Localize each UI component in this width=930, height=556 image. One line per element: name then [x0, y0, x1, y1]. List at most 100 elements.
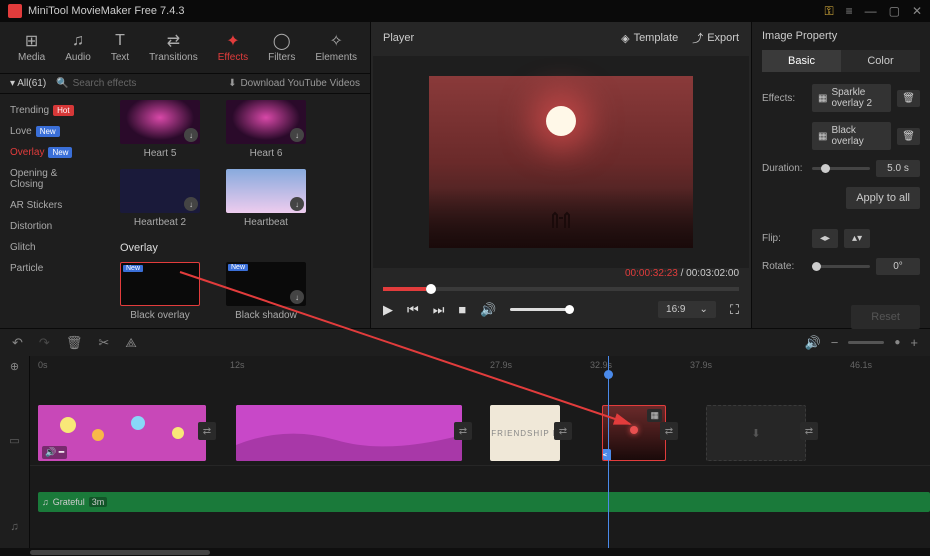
key-icon[interactable]: ⚿	[824, 4, 833, 19]
tool-elements[interactable]: ✧Elements	[305, 28, 367, 67]
tool-filters[interactable]: ◯Filters	[258, 28, 305, 67]
zoom-thumb[interactable]: ●	[894, 337, 900, 348]
apply-all-button[interactable]: Apply to all	[846, 187, 920, 209]
cut-badge: ✂	[602, 449, 611, 461]
delete-effect-button[interactable]: 🗑	[897, 128, 920, 145]
category-particle[interactable]: Particle	[0, 258, 92, 279]
category-ar[interactable]: AR Stickers	[0, 195, 92, 216]
maximize-icon[interactable]: ▢	[889, 4, 900, 18]
next-button[interactable]: ⏭	[433, 302, 445, 318]
search-input[interactable]: 🔍 Search effects	[56, 78, 218, 89]
tab-color[interactable]: Color	[841, 50, 920, 72]
split-button[interactable]: ✂	[98, 335, 109, 351]
effect-black-overlay[interactable]: NewBlack overlay	[120, 262, 200, 321]
category-glitch[interactable]: Glitch	[0, 237, 92, 258]
category-opening[interactable]: Opening & Closing	[0, 163, 92, 195]
tool-media[interactable]: ⊞Media	[8, 28, 55, 67]
flip-v-button[interactable]: ▴▾	[844, 229, 870, 248]
effect-chip[interactable]: ▦ Sparkle overlay 2	[812, 84, 891, 112]
reset-button[interactable]: Reset	[851, 305, 920, 329]
app-logo	[8, 4, 22, 18]
audio-clip[interactable]: ♫ Grateful 3m	[38, 492, 930, 512]
tool-transitions[interactable]: ⇄Transitions	[139, 28, 208, 67]
panel-title: Image Property	[762, 30, 920, 42]
minimize-icon[interactable]: ―	[865, 4, 877, 18]
ruler-mark: 46.1s	[850, 360, 872, 370]
effect-chip[interactable]: ▦ Black overlay	[812, 122, 891, 150]
clip[interactable]	[236, 405, 462, 461]
ruler-mark: 0s	[38, 360, 48, 370]
player-title: Player	[383, 32, 414, 44]
menu-icon[interactable]: ≡	[846, 4, 853, 18]
scrollbar-thumb[interactable]	[30, 550, 210, 555]
transition-icon[interactable]: ⇄	[800, 422, 818, 440]
category-love[interactable]: Love New	[0, 121, 92, 142]
duration-slider[interactable]	[812, 167, 870, 170]
category-overlay[interactable]: Overlay New	[0, 142, 92, 163]
category-trending[interactable]: Trending Hot	[0, 100, 92, 121]
app-title: MiniTool MovieMaker Free 7.4.3	[28, 5, 185, 17]
flip-h-button[interactable]: ◂▸	[812, 229, 838, 248]
effect-heartbeat[interactable]: ↓Heartbeat	[226, 169, 306, 228]
clip[interactable]: FRIENDSHIP F	[490, 405, 560, 461]
ruler-mark: 12s	[230, 360, 245, 370]
volume-indicator[interactable]: 🔊 ━	[42, 446, 67, 459]
clip[interactable]: 🔊 ━	[38, 405, 206, 461]
close-icon[interactable]: ✕	[912, 4, 922, 18]
download-youtube-link[interactable]: ⬇ Download YouTube Videos	[228, 78, 360, 89]
zoom-out-button[interactable]: −	[831, 335, 839, 350]
play-button[interactable]: ▶	[383, 302, 393, 318]
video-preview[interactable]	[373, 56, 749, 268]
seekbar[interactable]	[383, 287, 739, 291]
effect-heart-6[interactable]: ↓Heart 6	[226, 100, 306, 159]
effect-black-shadow[interactable]: New↓Black shadow	[226, 262, 306, 321]
all-filter[interactable]: ▾ All(61)	[10, 78, 46, 89]
delete-button[interactable]: 🗑	[66, 335, 83, 351]
tab-basic[interactable]: Basic	[762, 50, 841, 72]
redo-button[interactable]: ↷	[39, 335, 50, 351]
video-track-icon: ▭	[0, 419, 29, 462]
transition-icon[interactable]: ⇄	[660, 422, 678, 440]
transition-icon[interactable]: ⇄	[454, 422, 472, 440]
transition-icon[interactable]: ⇄	[198, 422, 216, 440]
tool-text[interactable]: TText	[101, 28, 139, 67]
delete-effect-button[interactable]: 🗑	[897, 90, 920, 107]
stop-button[interactable]: ■	[458, 302, 466, 317]
speaker-icon[interactable]: 🔊	[805, 335, 821, 351]
video-track-icon	[0, 376, 29, 419]
rotate-value[interactable]: 0°	[876, 258, 920, 275]
template-button[interactable]: ◈ Template	[621, 32, 678, 45]
divider	[0, 462, 29, 505]
section-title: Overlay	[98, 238, 364, 262]
undo-button[interactable]: ↶	[12, 335, 23, 351]
zoom-slider[interactable]	[848, 341, 884, 344]
rotate-slider[interactable]	[812, 265, 870, 268]
tool-effects[interactable]: ✦Effects	[208, 28, 258, 67]
effect-heartbeat-2[interactable]: ↓Heartbeat 2	[120, 169, 200, 228]
tool-audio[interactable]: ♫Audio	[55, 28, 101, 67]
audio-track-icon: ♫	[0, 505, 29, 548]
zoom-in-button[interactable]: +	[910, 335, 918, 350]
volume-slider[interactable]	[510, 308, 570, 311]
effects-label: Effects:	[762, 93, 806, 104]
crop-button[interactable]: ⟁	[125, 335, 137, 351]
fullscreen-button[interactable]: ⛶	[730, 302, 739, 318]
ruler-mark: 37.9s	[690, 360, 712, 370]
flip-label: Flip:	[762, 233, 806, 244]
aspect-select[interactable]: 16:9⌄	[658, 301, 716, 318]
duration-value[interactable]: 5.0 s	[876, 160, 920, 177]
time-current: 00:00:32:23	[625, 268, 678, 279]
playhead[interactable]	[608, 356, 609, 548]
effect-heart-5[interactable]: ↓Heart 5	[120, 100, 200, 159]
duration-label: Duration:	[762, 163, 806, 174]
category-distortion[interactable]: Distortion	[0, 216, 92, 237]
volume-icon[interactable]: 🔊	[480, 302, 496, 318]
add-track-button[interactable]: ⊕	[0, 356, 29, 376]
transition-icon[interactable]: ⇄	[554, 422, 572, 440]
clip-selected[interactable]: ▦ ✂	[602, 405, 666, 461]
export-button[interactable]: ⤴ Export	[692, 30, 739, 46]
time-total: 00:03:02:00	[686, 268, 739, 279]
empty-clip[interactable]: ⬇	[706, 405, 806, 461]
ruler-mark: 27.9s	[490, 360, 512, 370]
prev-button[interactable]: ⏮	[407, 302, 419, 318]
